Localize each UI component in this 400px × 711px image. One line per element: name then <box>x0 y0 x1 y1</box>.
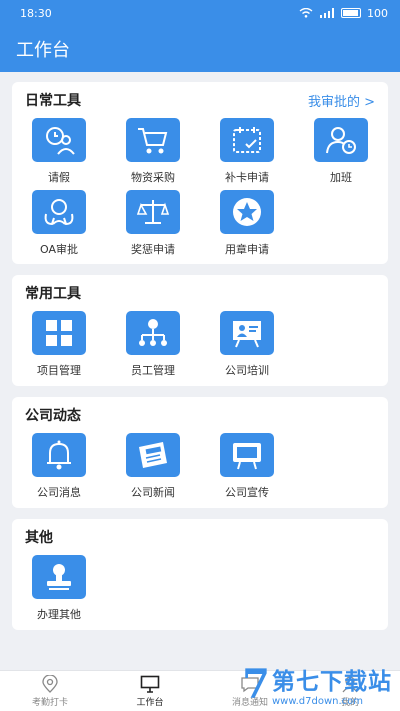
newspaper-icon <box>126 433 180 477</box>
training-icon <box>220 311 274 355</box>
watermark-url: www.d7down.com <box>272 696 364 707</box>
overtime-icon <box>314 118 368 162</box>
section-company-news: 公司动态 公司消息 公司新闻 公司宣传 <box>12 397 388 508</box>
section-daily-tools: 日常工具 我审批的 > 请假 物资采购 补卡申请 加班 OA审批 奖惩申请 用章… <box>12 82 388 264</box>
battery-icon <box>341 8 361 18</box>
site-watermark: 7 第七下载站 www.d7down.com <box>242 662 392 707</box>
location-icon <box>42 674 58 693</box>
tool-project-management[interactable]: 项目管理 <box>12 311 106 383</box>
tool-overtime[interactable]: 加班 <box>294 118 388 190</box>
app-bar: 工作台 <box>0 26 400 72</box>
section-common-tools: 常用工具 项目管理 员工管理 公司培训 <box>12 275 388 386</box>
calendar-icon <box>220 118 274 162</box>
monitor-icon <box>140 675 160 693</box>
watermark-logo: 7 <box>242 660 270 708</box>
section-title: 公司动态 <box>25 408 81 424</box>
tool-purchase[interactable]: 物资采购 <box>106 118 200 190</box>
section-title: 其他 <box>25 530 53 546</box>
tab-workbench[interactable]: 工作台 <box>100 671 200 711</box>
tool-handle-other[interactable]: 办理其他 <box>12 555 106 627</box>
battery-level: 100 <box>367 6 388 20</box>
page-title: 工作台 <box>16 40 70 61</box>
section-title: 日常工具 <box>25 93 81 109</box>
status-time: 18:30 <box>20 6 52 20</box>
billboard-icon <box>220 433 274 477</box>
tool-company-training[interactable]: 公司培训 <box>200 311 294 383</box>
workbench-content: 日常工具 我审批的 > 请假 物资采购 补卡申请 加班 OA审批 奖惩申请 用章… <box>0 72 400 670</box>
stamp-icon <box>32 555 86 599</box>
cart-icon <box>126 118 180 162</box>
approval-icon <box>32 190 86 234</box>
wifi-icon <box>299 8 313 18</box>
tool-company-newspaper[interactable]: 公司新闻 <box>106 433 200 505</box>
org-chart-icon <box>126 311 180 355</box>
my-approvals-link[interactable]: 我审批的 > <box>308 91 375 110</box>
tool-reward-punish[interactable]: 奖惩申请 <box>106 190 200 262</box>
status-bar: 18:30 100 <box>0 0 400 26</box>
tool-card-reissue[interactable]: 补卡申请 <box>200 118 294 190</box>
bell-icon <box>32 433 86 477</box>
tool-company-messages[interactable]: 公司消息 <box>12 433 106 505</box>
section-title: 常用工具 <box>25 286 81 302</box>
tool-leave[interactable]: 请假 <box>12 118 106 190</box>
tool-oa-approval[interactable]: OA审批 <box>12 190 106 262</box>
tool-staff-management[interactable]: 员工管理 <box>106 311 200 383</box>
tool-company-promotion[interactable]: 公司宣传 <box>200 433 294 505</box>
scale-icon <box>126 190 180 234</box>
tool-seal-apply[interactable]: 用章申请 <box>200 190 294 262</box>
leave-icon <box>32 118 86 162</box>
signal-icon <box>320 8 334 18</box>
grid-icon <box>32 311 86 355</box>
star-seal-icon <box>220 190 274 234</box>
section-other: 其他 办理其他 <box>12 519 388 630</box>
watermark-title: 第七下载站 <box>272 669 392 695</box>
tab-attendance[interactable]: 考勤打卡 <box>0 671 100 711</box>
